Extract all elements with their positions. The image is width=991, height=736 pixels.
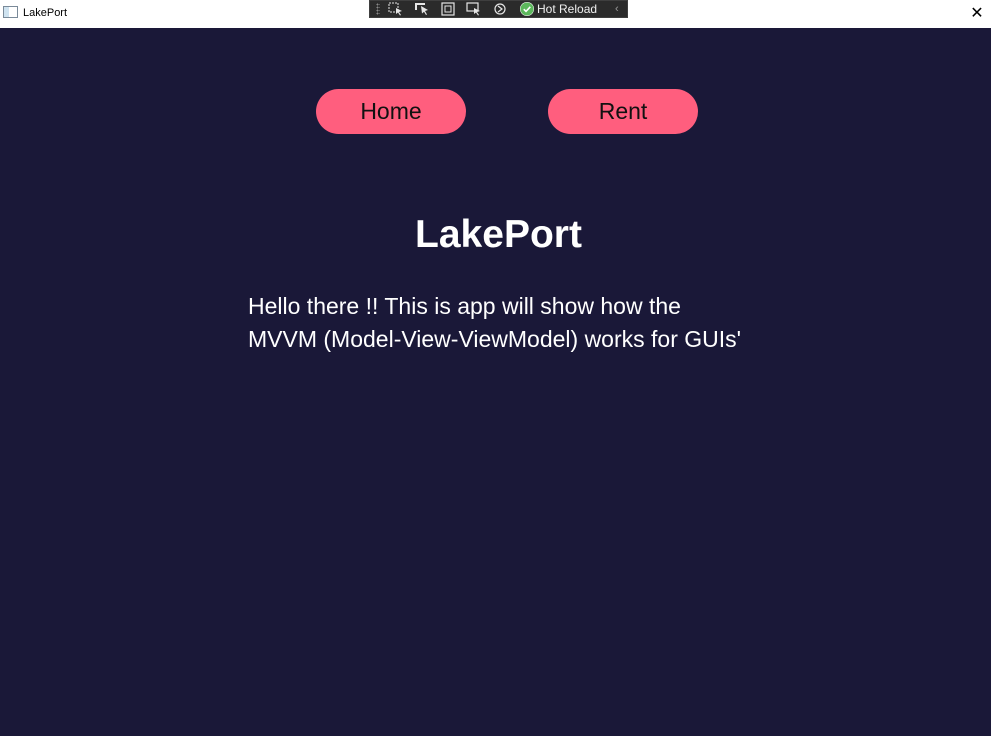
rent-button[interactable]: Rent [548, 89, 698, 134]
close-icon: ✕ [970, 5, 984, 22]
page-description: Hello there !! This is app will show how… [248, 293, 742, 352]
window-title: LakePort [23, 7, 68, 19]
hot-reload-label: Hot Reload [537, 2, 598, 16]
hot-reload-button[interactable]: Hot Reload [520, 2, 597, 16]
collapse-toolbar-icon[interactable]: ‹ [615, 3, 619, 15]
check-circle-icon [520, 2, 534, 16]
select-element-icon[interactable] [386, 1, 406, 17]
close-button[interactable]: ✕ [963, 0, 991, 26]
display-layout-adorners-icon[interactable] [438, 1, 458, 17]
main-content: Home Rent LakePort Hello there !! This i… [0, 28, 991, 736]
toolbar-grip-icon[interactable] [376, 3, 380, 15]
home-button[interactable]: Home [316, 89, 466, 134]
page-title: LakePort [415, 213, 582, 256]
track-focus-icon[interactable] [412, 1, 432, 17]
app-window-icon [3, 6, 18, 18]
binding-failures-icon[interactable] [464, 1, 484, 17]
debug-toolbar: Hot Reload ‹ [369, 0, 628, 18]
hot-reload-status-icon[interactable] [490, 1, 510, 17]
